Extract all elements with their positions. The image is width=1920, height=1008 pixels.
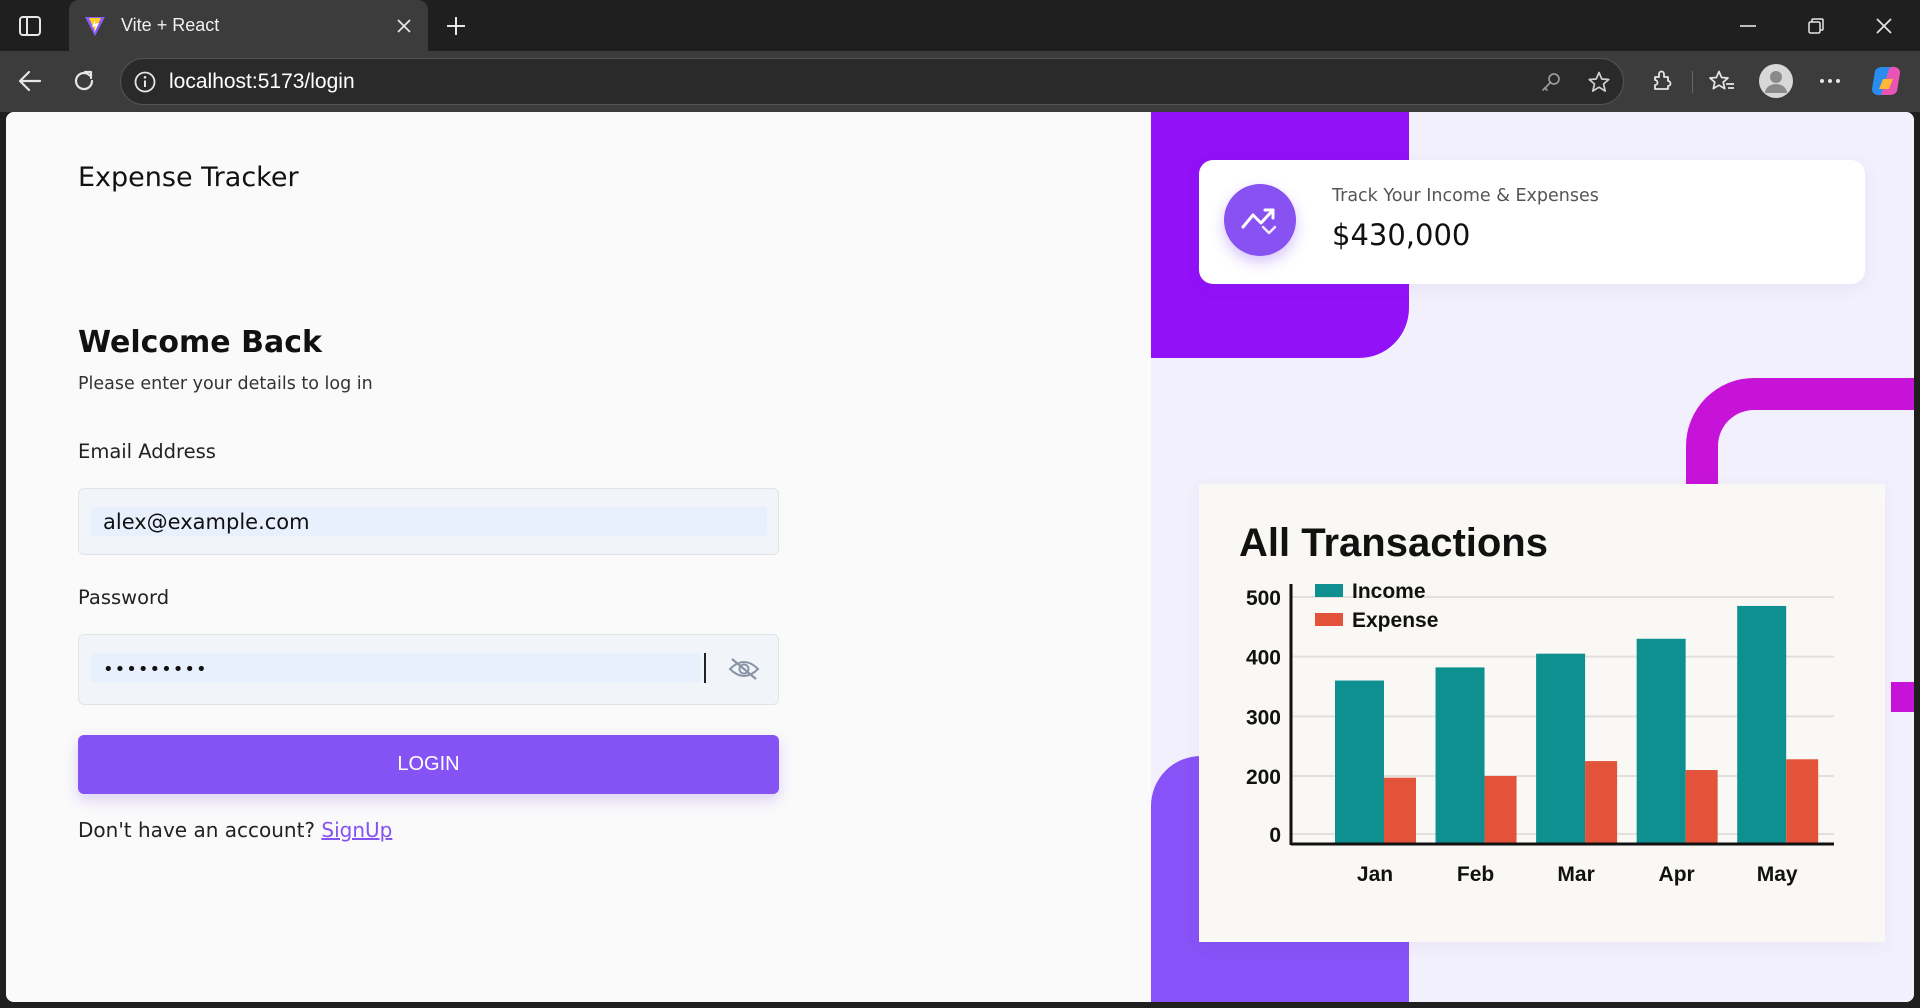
tab-actions-icon[interactable] (14, 12, 46, 40)
eye-off-icon[interactable] (727, 653, 761, 685)
x-tick-label: Mar (1557, 863, 1594, 886)
profile-avatar-icon[interactable] (1756, 61, 1796, 101)
favorite-star-icon[interactable] (1575, 70, 1623, 94)
bar-expense (1585, 761, 1618, 844)
site-info-icon[interactable] (121, 71, 169, 93)
bar-expense (1484, 776, 1517, 844)
url-text: localhost:5173/login (169, 69, 355, 93)
bar-income (1737, 605, 1787, 844)
legend-swatch (1315, 613, 1343, 626)
tab-title: Vite + React (121, 15, 220, 35)
x-tick-label: Apr (1659, 863, 1695, 886)
more-menu-icon[interactable] (1810, 61, 1850, 101)
bar-expense (1685, 770, 1718, 844)
welcome-heading: Welcome Back (78, 325, 322, 360)
favorites-icon[interactable] (1702, 61, 1742, 101)
password-label: Password (78, 586, 170, 609)
copilot-icon[interactable] (1866, 61, 1906, 101)
bar-income (1435, 667, 1485, 844)
page-viewport: Expense Tracker Welcome Back Please ente… (6, 112, 1914, 1002)
stat-card: Track Your Income & Expenses $430,000 (1199, 160, 1865, 284)
close-window-icon[interactable] (1852, 0, 1916, 51)
reload-icon[interactable] (64, 61, 104, 101)
y-tick-label: 500 (1246, 587, 1281, 610)
legend-label: Expense (1352, 609, 1438, 632)
login-panel: Expense Tracker Welcome Back Please ente… (6, 112, 1151, 1002)
email-value: alex@example.com (103, 509, 310, 534)
x-tick-label: Jan (1357, 863, 1393, 886)
address-bar[interactable]: localhost:5173/login (120, 58, 1624, 105)
decorative-panel: Track Your Income & Expenses $430,000 Al… (1151, 112, 1914, 1002)
password-key-icon[interactable] (1527, 71, 1575, 93)
y-tick-label: 400 (1246, 647, 1281, 670)
browser-titlebar: Vite + React (0, 0, 1920, 51)
legend-label: Income (1352, 580, 1426, 603)
x-tick-label: May (1757, 863, 1798, 886)
trending-up-icon (1224, 184, 1296, 256)
bar-expense (1384, 777, 1416, 844)
y-tick-label: 200 (1246, 766, 1281, 789)
y-tick-label: 300 (1246, 706, 1281, 729)
password-value: ••••••••• (103, 659, 208, 680)
password-field[interactable]: ••••••••• (78, 634, 779, 705)
restore-icon[interactable] (1784, 0, 1848, 51)
decor-bar (1891, 682, 1914, 712)
minimize-icon[interactable] (1716, 0, 1780, 51)
vite-logo-icon (83, 14, 107, 38)
app-title: Expense Tracker (78, 162, 299, 193)
email-field[interactable]: alex@example.com (78, 488, 779, 555)
toolbar-divider (1692, 71, 1693, 93)
signup-prompt: Don't have an account? SignUp (78, 818, 392, 842)
transactions-chart: All Transactions 0 200 300 400 500 Jan Feb Mar Ap… (1239, 521, 1834, 886)
back-icon[interactable] (10, 61, 50, 101)
login-button[interactable]: LOGIN (78, 735, 779, 794)
email-label: Email Address (78, 440, 216, 463)
stat-value: $430,000 (1332, 218, 1471, 252)
login-subtitle: Please enter your details to log in (78, 374, 373, 394)
signup-link[interactable]: SignUp (321, 818, 392, 842)
extensions-icon[interactable] (1642, 61, 1682, 101)
chart-title: All Transactions (1239, 521, 1548, 565)
browser-toolbar: localhost:5173/login (0, 51, 1920, 112)
x-tick-label: Feb (1457, 863, 1494, 886)
y-tick-label: 0 (1269, 824, 1281, 847)
legend-swatch (1315, 584, 1343, 597)
bar-income (1335, 680, 1384, 844)
bar-income (1536, 653, 1586, 844)
browser-tab[interactable]: Vite + React (69, 0, 428, 51)
stat-label: Track Your Income & Expenses (1332, 186, 1599, 206)
text-caret (704, 653, 706, 683)
bar-income (1636, 638, 1686, 844)
bar-expense (1786, 759, 1819, 844)
transactions-chart-card: All Transactions 0 200 300 400 500 Jan Feb Mar Ap… (1199, 484, 1885, 942)
tab-close-icon[interactable] (386, 8, 422, 44)
new-tab-icon[interactable] (438, 8, 474, 44)
signup-prompt-text: Don't have an account? (78, 818, 316, 842)
